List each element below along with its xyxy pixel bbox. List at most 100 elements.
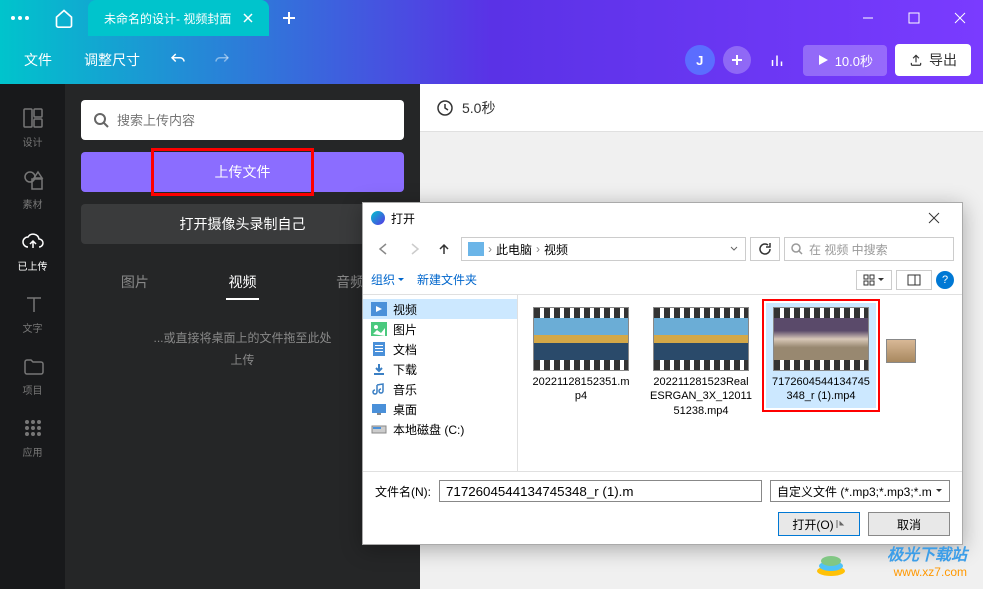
resize-menu[interactable]: 调整尺寸 (72, 44, 152, 76)
sidebar-item-design[interactable]: 设计 (0, 96, 65, 158)
video-folder-icon (371, 302, 387, 316)
watermark-name: 极光下载站 (887, 541, 967, 565)
tab-videos[interactable]: 视频 (189, 264, 297, 300)
cancel-button[interactable]: 取消 (868, 512, 950, 536)
new-tab-button[interactable] (269, 0, 309, 36)
sidebar-item-label: 文字 (23, 320, 43, 335)
sidebar-item-label: 已上传 (18, 258, 48, 273)
sidebar-item-uploads[interactable]: 已上传 (0, 220, 65, 282)
folder-tree: 视频 图片 文档 下载 音乐 桌面 (363, 295, 518, 471)
undo-button[interactable] (160, 42, 196, 78)
search-icon (791, 243, 803, 255)
file-name: 7172604544134745348_r (1).mp4 (770, 375, 872, 404)
search-box[interactable] (81, 100, 404, 140)
maximize-button[interactable] (891, 0, 937, 36)
help-button[interactable]: ? (936, 271, 954, 289)
dialog-search-box[interactable]: 在 视频 中搜索 (784, 237, 954, 261)
view-mode-button[interactable] (856, 270, 892, 290)
split-dropdown-icon (836, 520, 846, 528)
add-member-button[interactable] (723, 46, 751, 74)
preview-thumbnail (886, 339, 916, 363)
sidebar-item-label: 应用 (23, 444, 43, 459)
file-list: 20221128152351.mp4 202211281523RealESRGA… (518, 295, 962, 471)
sidebar-item-apps[interactable]: 应用 (0, 406, 65, 468)
document-tab[interactable]: 未命名的设计- 视频封面 (88, 0, 269, 36)
drag-hint: ...或直接将桌面上的文件拖至此处 上传 (81, 328, 404, 371)
analytics-button[interactable] (759, 42, 795, 78)
chevron-down-icon[interactable] (729, 244, 739, 254)
text-icon (21, 292, 45, 316)
download-folder-icon (371, 362, 387, 376)
chevron-right-icon: › (488, 242, 492, 256)
video-thumbnail (533, 307, 629, 371)
tree-item-videos[interactable]: 视频 (363, 299, 517, 319)
play-button[interactable]: 10.0秒 (803, 45, 887, 76)
chevron-right-icon: › (536, 242, 540, 256)
nav-up-button[interactable] (431, 237, 457, 261)
file-item[interactable]: 202211281523RealESRGAN_3X_1201151238.mp4 (646, 303, 756, 422)
watermark-url: www.xz7.com (887, 565, 967, 579)
avatar[interactable]: J (685, 45, 715, 75)
document-folder-icon (371, 342, 387, 356)
close-window-button[interactable] (937, 0, 983, 36)
open-button[interactable]: 打开(O) (778, 512, 860, 536)
upload-file-button[interactable]: 上传文件 (81, 152, 404, 192)
nav-forward-button[interactable] (401, 237, 427, 261)
upload-file-label: 上传文件 (215, 162, 271, 182)
new-folder-button[interactable]: 新建文件夹 (417, 271, 477, 288)
search-input[interactable] (117, 113, 392, 128)
breadcrumb-videos[interactable]: 视频 (544, 241, 568, 258)
nav-back-button[interactable] (371, 237, 397, 261)
file-menu[interactable]: 文件 (12, 44, 64, 76)
breadcrumb-pc[interactable]: 此电脑 (496, 241, 532, 258)
tree-item-documents[interactable]: 文档 (363, 339, 517, 359)
file-item[interactable]: 20221128152351.mp4 (526, 303, 636, 408)
video-thumbnail (653, 307, 749, 371)
minimize-button[interactable] (845, 0, 891, 36)
canvas-duration[interactable]: 5.0秒 (462, 98, 495, 118)
sidebar-item-label: 设计 (23, 134, 43, 149)
video-thumbnail (773, 307, 869, 371)
sidebar-item-projects[interactable]: 项目 (0, 344, 65, 406)
dialog-title: 打开 (391, 210, 415, 227)
disk-icon (371, 422, 387, 436)
preview-pane-button[interactable] (896, 270, 932, 290)
sidebar-item-elements[interactable]: 素材 (0, 158, 65, 220)
shapes-icon (21, 168, 45, 192)
tree-item-disk-c[interactable]: 本地磁盘 (C:) (363, 419, 517, 439)
tree-item-downloads[interactable]: 下载 (363, 359, 517, 379)
dialog-search-placeholder: 在 视频 中搜索 (809, 241, 888, 258)
file-type-filter[interactable]: 自定义文件 (*.mp3;*.mp3;*.m4 (770, 480, 950, 502)
home-button[interactable] (40, 0, 88, 36)
folder-icon (21, 354, 45, 378)
watermark: 极光下载站 www.xz7.com (887, 541, 967, 579)
file-open-dialog: 打开 › 此电脑 › 视频 在 视频 中搜索 组织 新建文件夹 (362, 202, 963, 545)
sidebar-item-text[interactable]: 文字 (0, 282, 65, 344)
refresh-button[interactable] (750, 237, 780, 261)
sidebar-item-label: 项目 (23, 382, 43, 397)
file-item[interactable]: 7172604544134745348_r (1).mp4 (766, 303, 876, 408)
filename-label: 文件名(N): (375, 483, 431, 500)
grid-icon (21, 416, 45, 440)
app-logo-icon (371, 211, 385, 225)
organize-menu[interactable]: 组织 (371, 271, 405, 288)
redo-button[interactable] (204, 42, 240, 78)
tree-item-music[interactable]: 音乐 (363, 379, 517, 399)
tab-close-icon[interactable] (243, 13, 253, 23)
sidebar-item-label: 素材 (23, 196, 43, 211)
drag-hint-line1: ...或直接将桌面上的文件拖至此处 (81, 328, 404, 350)
menu-dots-button[interactable] (0, 0, 40, 36)
export-label: 导出 (929, 50, 957, 70)
tab-images[interactable]: 图片 (81, 264, 189, 300)
filename-input[interactable] (439, 480, 762, 502)
open-camera-button[interactable]: 打开摄像头录制自己 (81, 204, 404, 244)
tree-item-desktop[interactable]: 桌面 (363, 399, 517, 419)
clock-icon (436, 99, 454, 117)
desktop-folder-icon (371, 402, 387, 416)
export-button[interactable]: 导出 (895, 44, 971, 76)
tree-item-images[interactable]: 图片 (363, 319, 517, 339)
breadcrumb[interactable]: › 此电脑 › 视频 (461, 237, 746, 261)
dialog-close-button[interactable] (914, 203, 954, 233)
watermark-logo-icon (815, 551, 847, 577)
search-icon (93, 112, 109, 128)
